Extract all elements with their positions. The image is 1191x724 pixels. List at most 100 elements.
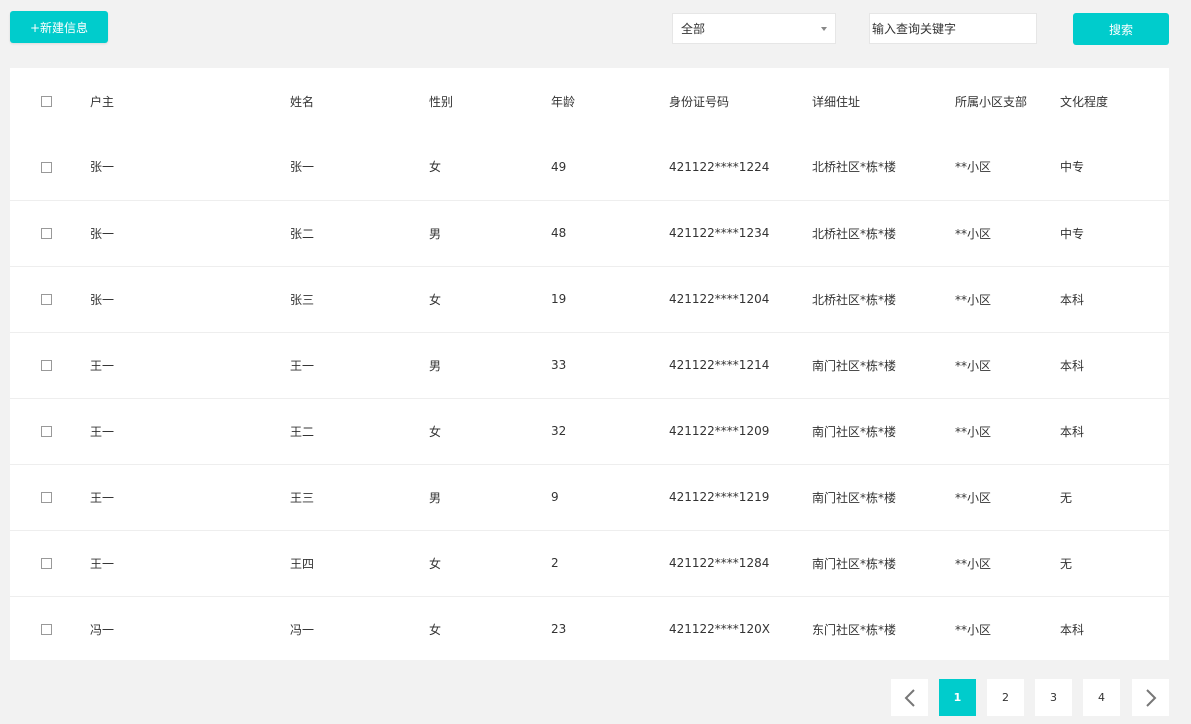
cell-community-branch: **小区 <box>955 556 992 571</box>
row-checkbox-cell <box>10 266 90 332</box>
cell-gender: 女 <box>429 556 442 571</box>
header-education: 文化程度 <box>1060 94 1109 109</box>
header-age: 年龄 <box>551 94 576 109</box>
toolbar: +新建信息 全部 搜索 <box>0 0 1191 60</box>
cell-education: 中专 <box>1060 226 1085 241</box>
cell-householder: 张一 <box>90 292 115 307</box>
row-checkbox[interactable] <box>41 360 52 371</box>
table-row: 王一 王四 女 2 421122****1284 南门社区*栋*楼 **小区 无 <box>10 530 1169 596</box>
page-1-button[interactable]: 1 <box>939 679 976 716</box>
page-2-button[interactable]: 2 <box>987 679 1024 716</box>
row-checkbox[interactable] <box>41 161 52 173</box>
page-3-button[interactable]: 3 <box>1035 679 1072 716</box>
next-page-button[interactable] <box>1132 679 1169 716</box>
row-checkbox[interactable] <box>41 294 52 305</box>
cell-name: 王二 <box>290 424 315 439</box>
row-checkbox[interactable] <box>41 228 52 239</box>
cell-community-branch: **小区 <box>955 292 992 307</box>
table-row: 冯一 冯一 女 23 421122****120X 东门社区*栋*楼 **小区 … <box>10 596 1169 662</box>
cell-gender: 男 <box>429 226 442 241</box>
cell-address: 北桥社区*栋*楼 <box>812 292 897 307</box>
cell-id-number: 421122****120X <box>669 622 770 637</box>
cell-community-branch: **小区 <box>955 424 992 439</box>
row-checkbox-cell <box>10 464 90 530</box>
row-checkbox[interactable] <box>41 426 52 437</box>
row-checkbox-cell <box>10 530 90 596</box>
cell-householder: 王一 <box>90 424 115 439</box>
cell-gender: 女 <box>429 160 442 175</box>
new-info-button[interactable]: +新建信息 <box>10 11 108 43</box>
select-all-checkbox[interactable] <box>41 96 52 107</box>
cell-id-number: 421122****1209 <box>669 424 770 438</box>
cell-education: 本科 <box>1060 424 1085 439</box>
cell-gender: 男 <box>429 358 442 373</box>
cell-name: 王三 <box>290 490 315 505</box>
category-select[interactable]: 全部 <box>672 13 836 44</box>
cell-education: 本科 <box>1060 292 1085 307</box>
cell-community-branch: **小区 <box>955 358 992 373</box>
row-checkbox-cell <box>10 398 90 464</box>
row-checkbox-cell <box>10 200 90 266</box>
cell-age: 23 <box>551 622 567 637</box>
cell-name: 王一 <box>290 358 315 373</box>
table-row: 张一 张一 女 49 421122****1224 北桥社区*栋*楼 **小区 … <box>10 134 1169 200</box>
header-id-number: 身份证号码 <box>669 94 730 109</box>
cell-id-number: 421122****1234 <box>669 226 770 240</box>
cell-householder: 王一 <box>90 358 115 373</box>
category-select-value: 全部 <box>681 22 706 36</box>
cell-age: 32 <box>551 424 567 438</box>
cell-address: 东门社区*栋*楼 <box>812 622 897 637</box>
cell-address: 北桥社区*栋*楼 <box>812 160 897 175</box>
prev-page-button[interactable] <box>891 679 928 716</box>
row-checkbox[interactable] <box>41 624 52 636</box>
cell-address: 南门社区*栋*楼 <box>812 490 897 505</box>
cell-name: 冯一 <box>290 622 315 637</box>
caret-down-icon <box>821 26 827 31</box>
search-input[interactable] <box>869 13 1037 44</box>
cell-gender: 女 <box>429 424 442 439</box>
cell-age: 33 <box>551 358 567 372</box>
header-name: 姓名 <box>290 94 315 109</box>
cell-community-branch: **小区 <box>955 160 992 175</box>
cell-community-branch: **小区 <box>955 490 992 505</box>
table-row: 张一 张三 女 19 421122****1204 北桥社区*栋*楼 **小区 … <box>10 266 1169 332</box>
row-checkbox-cell <box>10 596 90 662</box>
cell-name: 王四 <box>290 556 315 571</box>
row-checkbox[interactable] <box>41 558 52 569</box>
cell-education: 中专 <box>1060 160 1085 175</box>
header-address: 详细住址 <box>812 94 861 109</box>
chevron-left-icon <box>904 688 915 707</box>
table-row: 张一 张二 男 48 421122****1234 北桥社区*栋*楼 **小区 … <box>10 200 1169 266</box>
header-gender: 性别 <box>429 94 454 109</box>
cell-age: 2 <box>551 556 559 570</box>
cell-address: 南门社区*栋*楼 <box>812 556 897 571</box>
cell-id-number: 421122****1224 <box>669 159 770 174</box>
cell-id-number: 421122****1204 <box>669 292 770 306</box>
cell-name: 张三 <box>290 292 315 307</box>
row-checkbox-cell <box>10 134 90 200</box>
table-row: 王一 王二 女 32 421122****1209 南门社区*栋*楼 **小区 … <box>10 398 1169 464</box>
cell-id-number: 421122****1284 <box>669 556 770 570</box>
cell-gender: 女 <box>429 292 442 307</box>
cell-id-number: 421122****1214 <box>669 358 770 372</box>
header-householder: 户主 <box>90 94 115 109</box>
page-4-button[interactable]: 4 <box>1083 679 1120 716</box>
resident-table: 户主 姓名 性别 年龄 身份证号码 详细住址 所属小区支部 文化程度 张一 张一… <box>10 68 1169 662</box>
cell-name: 张一 <box>290 160 315 175</box>
cell-age: 49 <box>551 159 567 174</box>
cell-gender: 女 <box>429 622 442 637</box>
cell-age: 48 <box>551 226 567 240</box>
search-button[interactable]: 搜索 <box>1073 13 1169 45</box>
cell-householder: 王一 <box>90 490 115 505</box>
cell-gender: 男 <box>429 490 442 505</box>
row-checkbox[interactable] <box>41 492 52 503</box>
cell-householder: 张一 <box>90 160 115 175</box>
cell-community-branch: **小区 <box>955 622 992 637</box>
cell-age: 19 <box>551 292 567 306</box>
table-row: 王一 王三 男 9 421122****1219 南门社区*栋*楼 **小区 无 <box>10 464 1169 530</box>
chevron-right-icon <box>1145 688 1156 707</box>
cell-name: 张二 <box>290 226 315 241</box>
cell-address: 南门社区*栋*楼 <box>812 424 897 439</box>
cell-community-branch: **小区 <box>955 226 992 241</box>
cell-householder: 张一 <box>90 226 115 241</box>
